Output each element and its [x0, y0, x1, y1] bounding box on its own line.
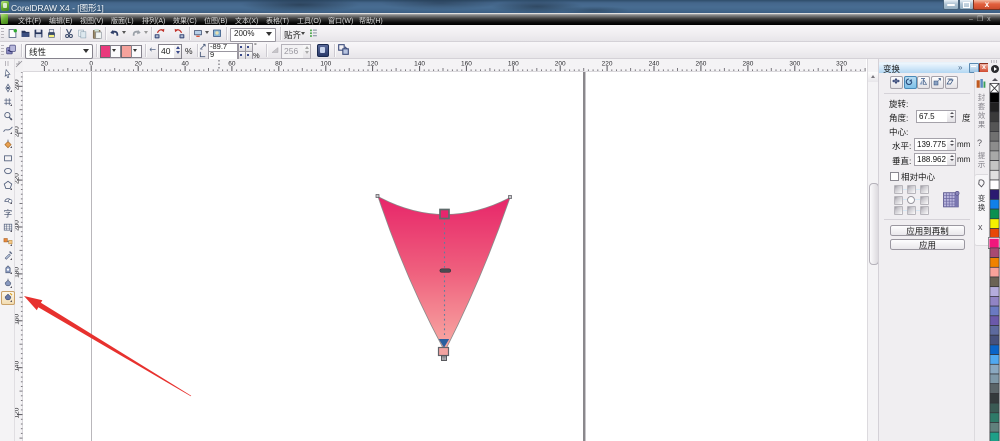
svg-text:180: 180: [15, 267, 21, 278]
svg-text:260: 260: [15, 79, 21, 90]
svg-text:20: 20: [41, 61, 49, 68]
svg-text:300: 300: [789, 61, 800, 68]
svg-text:200: 200: [15, 220, 21, 231]
svg-text:240: 240: [649, 61, 660, 68]
svg-text:120: 120: [15, 407, 21, 418]
svg-text:160: 160: [461, 61, 472, 68]
svg-text:60: 60: [228, 61, 236, 68]
svg-text:180: 180: [508, 61, 519, 68]
svg-text:280: 280: [742, 61, 753, 68]
svg-text:120: 120: [367, 61, 378, 68]
svg-text:100: 100: [320, 61, 331, 68]
svg-text:字: 字: [3, 209, 11, 219]
svg-text:240: 240: [15, 126, 21, 137]
svg-text:200: 200: [555, 61, 566, 68]
svg-text:80: 80: [275, 61, 283, 68]
svg-text:260: 260: [695, 61, 706, 68]
svg-text:20: 20: [135, 61, 143, 68]
svg-text:0: 0: [89, 61, 93, 68]
svg-text:140: 140: [414, 61, 425, 68]
svg-text:40: 40: [181, 61, 189, 68]
svg-text:220: 220: [602, 61, 613, 68]
svg-text:320: 320: [836, 61, 847, 68]
svg-text:220: 220: [15, 173, 21, 184]
